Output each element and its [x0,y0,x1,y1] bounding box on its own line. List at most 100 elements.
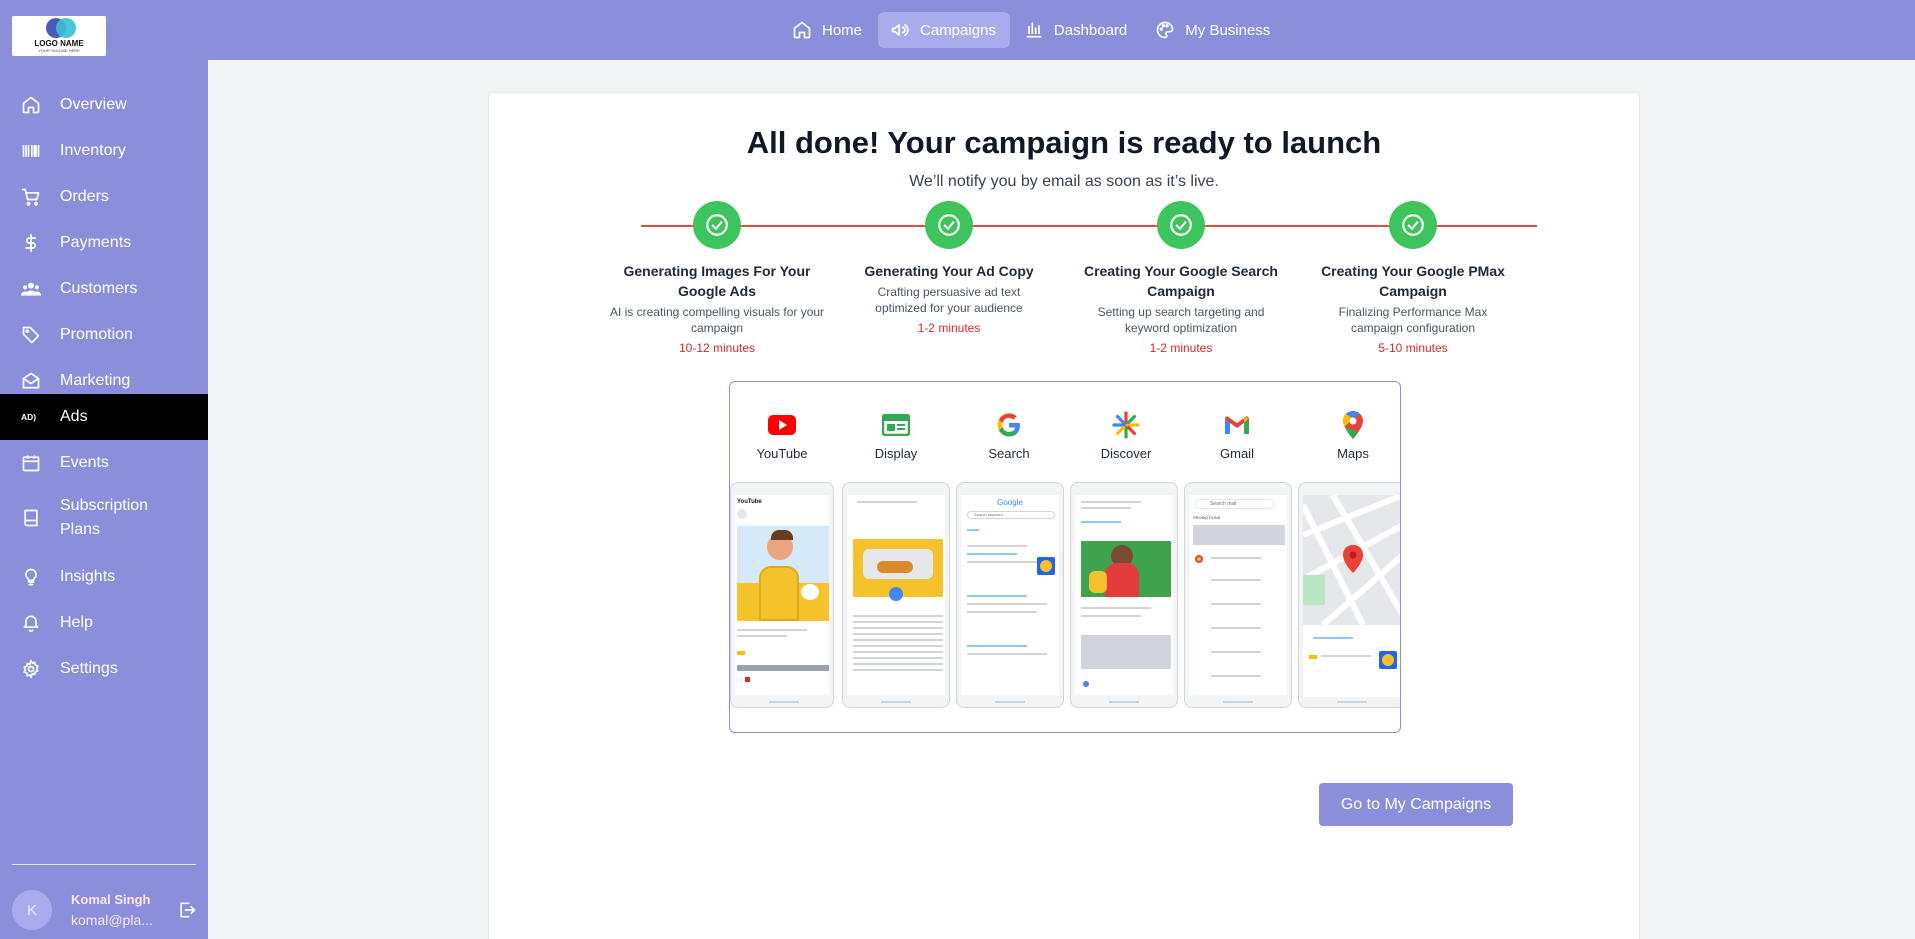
youtube-brand: YouTube [737,499,762,505]
topnav-dashboard[interactable]: Dashboard [1012,12,1141,48]
sidebar-item-label: Events [60,454,109,471]
sidebar-item-label: Overview [60,96,127,113]
channel-discover: Discover [1076,410,1176,461]
step-time: 10-12 minutes [678,341,756,355]
step-time: 1-2 minutes [917,321,981,335]
check-circle-icon [925,201,973,249]
logo-tagline: YOUR TAGLINE HERE [38,48,80,53]
channel-label: YouTube [756,446,808,461]
avatar: K [12,890,52,930]
sidebar: Overview Inventory Orders Payments Custo… [0,60,208,939]
channel-label: Display [874,446,918,461]
bar-chart-icon [1026,22,1042,38]
go-to-campaigns-button[interactable]: Go to My Campaigns [1319,783,1513,826]
logo[interactable]: LOGO NAME YOUR TAGLINE HERE [12,16,106,56]
home-icon [20,94,42,116]
top-nav: Home Campaigns Dashboard My Business [780,12,1284,48]
sidebar-divider [12,864,196,865]
channel-gmail: Gmail [1187,410,1287,461]
step-time: 5-10 minutes [1378,341,1448,355]
lightbulb-icon [20,566,42,588]
sidebar-item-label: Payments [60,234,132,251]
step-description: Setting up search targeting and keyword … [1097,305,1265,335]
users-icon [20,278,42,300]
palette-icon [1157,21,1174,39]
sidebar-item-inventory[interactable]: Inventory [0,128,208,174]
campaign-ready-card: All done! Your campaign is ready to laun… [488,92,1640,939]
logout-icon[interactable] [177,900,197,920]
sidebar-item-orders[interactable]: Orders [0,174,208,220]
step-title: Creating Your Google Search Campaign [1084,263,1278,299]
sidebar-item-insights[interactable]: Insights [0,554,208,600]
gmail-ad-mockup: Search mail PROMOTIONS [1184,482,1292,708]
ads-icon: AD) [20,406,42,428]
sidebar-item-customers[interactable]: Customers [0,266,208,312]
maps-icon [1338,410,1368,440]
sidebar-item-ads[interactable]: AD) Ads [0,394,208,440]
sidebar-item-promotion[interactable]: Promotion [0,312,208,358]
sidebar-item-subscription-plans[interactable]: Subscription Plans [0,486,208,550]
logo-mark-accent [56,18,76,38]
dollar-icon [20,232,42,254]
topnav-home[interactable]: Home [780,12,876,48]
progress-step: Generating Images For Your Google Ads AI… [607,201,827,356]
sidebar-item-overview[interactable]: Overview [0,82,208,128]
page-title: All done! Your campaign is ready to laun… [746,125,1382,160]
logo-name: LOGO NAME [34,39,84,48]
bell-icon [20,612,42,634]
youtube-icon [767,410,797,440]
gear-icon [20,658,42,680]
ad-channels-preview: YouTube Display Search Discover Gmail Ma… [729,381,1401,733]
user-profile[interactable]: K Komal Singh komal@pla... [12,890,196,932]
megaphone-icon [891,24,909,36]
home-icon [793,21,811,39]
topnav-label: Home [822,21,863,39]
sidebar-item-label: Customers [60,280,138,297]
discover-icon [1111,410,1141,440]
sidebar-item-payments[interactable]: Payments [0,220,208,266]
sidebar-item-label: Help [60,614,93,631]
sidebar-item-label: Insights [60,568,116,585]
check-circle-icon [693,201,741,249]
sidebar-item-label: Orders [60,188,109,205]
progress-step: Creating Your Google PMax Campaign Final… [1303,201,1523,356]
cart-icon [20,186,42,208]
mail-icon [20,370,42,392]
display-icon [881,410,911,440]
ad-image [1081,541,1171,597]
step-title: Creating Your Google PMax Campaign [1321,263,1505,299]
topnav-campaigns[interactable]: Campaigns [878,12,1010,48]
channel-search: Search [959,410,1059,461]
book-icon [20,507,42,529]
channel-youtube: YouTube [732,410,832,461]
step-time: 1-2 minutes [1149,341,1213,355]
maps-ad-mockup [1298,482,1400,708]
ad-image [737,526,829,621]
sidebar-item-label: Subscription Plans [60,497,149,538]
top-bar: LOGO NAME YOUR TAGLINE HERE Home Campaig… [0,0,1915,60]
step-description: Finalizing Performance Max campaign conf… [1338,305,1488,335]
check-circle-icon [1389,201,1437,249]
channel-label: Search [988,446,1030,461]
google-icon [994,410,1024,440]
topnav-label: My Business [1185,21,1271,39]
svg-text:AD): AD) [21,412,36,422]
step-description: AI is creating compelling visuals for yo… [609,305,825,335]
search-ad-mockup: Google Search keyword [956,482,1064,708]
ad-image [853,539,943,601]
gmail-icon [1222,410,1252,440]
step-title: Generating Your Ad Copy [864,263,1034,279]
sidebar-item-events[interactable]: Events [0,440,208,486]
progress-step: Generating Your Ad Copy Crafting persuas… [839,201,1059,336]
user-name: Komal Singh [71,892,151,907]
sidebar-item-label: Ads [60,408,88,425]
sidebar-item-settings[interactable]: Settings [0,646,208,692]
step-title: Generating Images For Your Google Ads [623,263,811,299]
sidebar-item-help[interactable]: Help [0,600,208,646]
channel-label: Gmail [1220,446,1254,461]
gmail-search: Search mail [1195,499,1275,509]
search-brand: Google [997,498,1023,507]
search-field: Search keyword [967,511,1055,519]
channel-maps: Maps [1303,410,1400,461]
topnav-my-business[interactable]: My Business [1143,12,1284,48]
